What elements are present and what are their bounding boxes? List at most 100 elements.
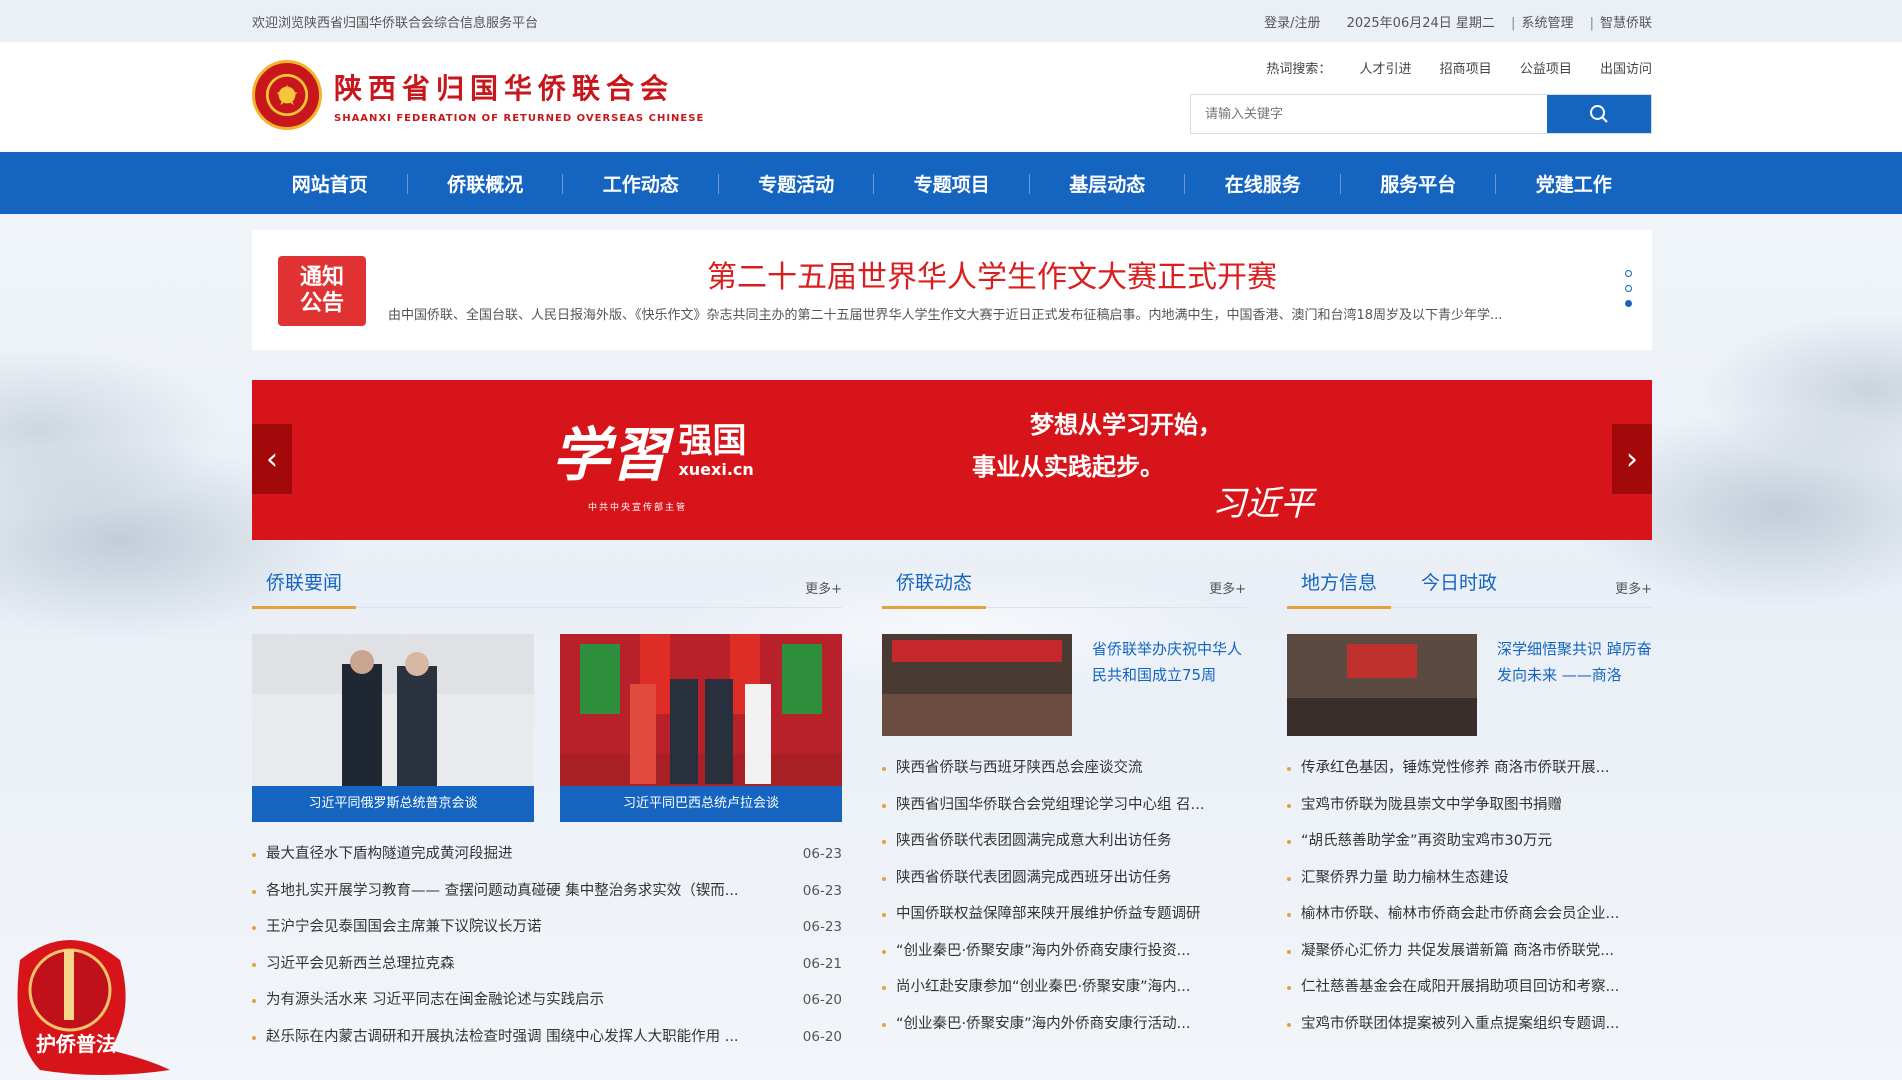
chevron-left-icon: ‹ xyxy=(266,441,278,477)
list-item[interactable]: 习近平会见新西兰总理拉克森 06-21 xyxy=(252,946,842,983)
dynamics-list: 陕西省侨联与西班牙陕西总会座谈交流 陕西省归国华侨联合会党组理论学习中心组 召.… xyxy=(882,750,1246,1042)
photo-caption: 习近平同俄罗斯总统普京会谈 xyxy=(252,786,534,822)
list-item[interactable]: 凝聚侨心汇侨力 共促发展谱新篇 商洛市侨联党... xyxy=(1287,933,1652,970)
list-item[interactable]: 宝鸡市侨联团体提案被列入重点提案组织专题调... xyxy=(1287,1006,1652,1043)
news-photo[interactable]: 习近平同巴西总统卢拉会谈 xyxy=(560,634,842,822)
column-title[interactable]: 侨联动态 xyxy=(882,568,987,609)
list-item[interactable]: 各地扎实开展学习教育—— 查摆问题动真碰硬 集中整治务求实效（锲而... 06-2… xyxy=(252,873,842,910)
notice-badge: 通知 公告 xyxy=(278,256,366,326)
hot-words: 热词搜索： 人才引进 招商项目 公益项目 出国访问 xyxy=(1266,58,1652,77)
list-item[interactable]: 陕西省侨联与西班牙陕西总会座谈交流 xyxy=(882,750,1246,787)
pager-dot[interactable] xyxy=(1625,285,1632,292)
list-item[interactable]: 王沪宁会见泰国国会主席兼下议院议长万诺 06-23 xyxy=(252,909,842,946)
list-item[interactable]: 尚小红赴安康参加“创业秦巴·侨聚安康”海内... xyxy=(882,969,1246,1006)
item-date: 06-21 xyxy=(802,955,842,972)
column-news: 侨联要闻 更多+ 习近平同俄罗斯总统普京会谈 习近平同巴西总统卢拉会谈 最大直径… xyxy=(252,558,842,1045)
nav-item[interactable]: 工作动态 xyxy=(563,170,719,197)
tab-politics[interactable]: 今日时政 xyxy=(1407,568,1511,595)
more-link[interactable]: 更多+ xyxy=(805,578,842,597)
search-button[interactable] xyxy=(1547,95,1651,133)
list-item[interactable]: 为有源头活水来 习近平同志在闽金融论述与实践启示 06-20 xyxy=(252,982,842,1019)
news-list: 最大直径水下盾构隧道完成黄河段掘进 06-23 各地扎实开展学习教育—— 查摆问题… xyxy=(252,836,842,1055)
item-date: 06-23 xyxy=(802,846,842,862)
banner-slogan: 梦想从学习开始， 事业从实践起步。 xyxy=(972,410,1222,481)
list-item[interactable]: 中国侨联权益保障部来陕开展维护侨益专题调研 xyxy=(882,896,1246,933)
more-link[interactable]: 更多+ xyxy=(1209,578,1246,597)
banner-next-button[interactable]: › xyxy=(1612,424,1652,494)
hot-word[interactable]: 人才引进 xyxy=(1360,62,1412,77)
list-item[interactable]: 最大直径水下盾构隧道完成黄河段掘进 06-23 xyxy=(252,836,842,873)
list-item[interactable]: “胡氏慈善助学金”再资助宝鸡市30万元 xyxy=(1287,823,1652,860)
hot-word[interactable]: 公益项目 xyxy=(1520,62,1572,77)
chevron-right-icon: › xyxy=(1626,441,1638,477)
login-link[interactable]: 登录/注册 xyxy=(1264,16,1320,31)
site-logo[interactable]: ★ 陕西省归国华侨联合会 SHAANXI FEDERATION OF RETUR… xyxy=(252,60,704,130)
nav-item[interactable]: 基层动态 xyxy=(1030,170,1186,197)
tab-local-info[interactable]: 地方信息 xyxy=(1287,568,1392,609)
notice-panel: 通知 公告 第二十五届世界华人学生作文大赛正式开赛 由中国侨联、全国台联、人民日… xyxy=(252,230,1652,350)
top-bar: 欢迎浏览陕西省归国华侨联合会综合信息服务平台 登录/注册 2025年06月24日… xyxy=(0,0,1902,42)
logo-title-cn: 陕西省归国华侨联合会 xyxy=(334,71,675,105)
top-bar-right: 登录/注册 2025年06月24日 星期二 | 系统管理 | 智慧侨联 xyxy=(1242,12,1652,31)
smart-link[interactable]: 智慧侨联 xyxy=(1600,16,1652,31)
notice-desc: 由中国侨联、全国台联、人民日报海外版、《快乐作文》杂志共同主办的第二十五届世界华… xyxy=(388,308,1503,323)
hot-label: 热词搜索： xyxy=(1266,62,1332,77)
search-input[interactable] xyxy=(1191,95,1547,133)
date-text: 2025年06月24日 星期二 xyxy=(1346,15,1495,31)
search-box xyxy=(1190,94,1652,134)
list-item[interactable]: 汇聚侨界力量 助力榆林生态建设 xyxy=(1287,860,1652,897)
list-item[interactable]: 陕西省侨联代表团圆满完成意大利出访任务 xyxy=(882,823,1246,860)
hot-word[interactable]: 出国访问 xyxy=(1600,62,1652,77)
photo-image xyxy=(252,634,534,786)
banner-signature: 习近平 xyxy=(1212,484,1314,524)
legal-aid-float-button[interactable]: 护侨普法 xyxy=(0,920,170,1080)
hot-word[interactable]: 招商项目 xyxy=(1440,62,1492,77)
column-dynamics: 侨联动态 更多+ 省侨联举办庆祝中华人民共和国成立75周 陕西省侨联与西班牙陕西… xyxy=(882,558,1246,1032)
photo-image xyxy=(1287,634,1477,736)
nav-item[interactable]: 服务平台 xyxy=(1341,170,1497,197)
item-date: 06-20 xyxy=(802,1028,842,1045)
list-item[interactable]: 榆林市侨联、榆林市侨商会赴市侨商会会员企业... xyxy=(1287,896,1652,933)
nav-item[interactable]: 网站首页 xyxy=(252,170,408,197)
column-title[interactable]: 侨联要闻 xyxy=(252,568,357,609)
nav-item[interactable]: 在线服务 xyxy=(1185,170,1341,197)
welcome-text: 欢迎浏览陕西省归国华侨联合会综合信息服务平台 xyxy=(252,15,539,31)
search-icon xyxy=(1590,105,1608,123)
pager-dot[interactable] xyxy=(1625,270,1632,277)
xuexi-logo: 学習 强国 xuexi.cn 中共中央宣传部主管 xyxy=(552,420,754,513)
legal-aid-label: 护侨普法 xyxy=(36,1032,116,1056)
local-list: 传承红色基因，锤炼党性修养 商洛市侨联开展... 宝鸡市侨联为陇县崇文中学争取图… xyxy=(1287,750,1652,1042)
divider: | xyxy=(1589,15,1594,31)
notice-title[interactable]: 第二十五届世界华人学生作文大赛正式开赛 xyxy=(392,252,1592,296)
nav-item[interactable]: 专题项目 xyxy=(874,170,1030,197)
header: ★ 陕西省归国华侨联合会 SHAANXI FEDERATION OF RETUR… xyxy=(0,42,1902,152)
admin-link[interactable]: 系统管理 xyxy=(1521,16,1573,31)
thumb-title[interactable]: 深学细悟聚共识 踔厉奋发向未来 ——商洛 xyxy=(1497,636,1652,688)
list-item[interactable]: 宝鸡市侨联为陇县崇文中学争取图书捐赠 xyxy=(1287,787,1652,824)
list-item[interactable]: 传承红色基因，锤炼党性修养 商洛市侨联开展... xyxy=(1287,750,1652,787)
item-date: 06-23 xyxy=(802,919,842,935)
list-item[interactable]: “创业秦巴·侨聚安康”海内外侨商安康行投资... xyxy=(882,933,1246,970)
photo-caption: 习近平同巴西总统卢拉会谈 xyxy=(560,786,842,822)
banner-prev-button[interactable]: ‹ xyxy=(252,424,292,494)
list-item[interactable]: “创业秦巴·侨聚安康”海内外侨商安康行活动... xyxy=(882,1006,1246,1043)
dynamics-thumb[interactable] xyxy=(882,634,1072,736)
emblem-icon: ★ xyxy=(252,60,322,130)
list-item[interactable]: 赵乐际在内蒙古调研和开展执法检查时强调 围绕中心发挥人大职能作用 ... 06-2… xyxy=(252,1019,842,1056)
banner-carousel[interactable]: ‹ 学習 强国 xuexi.cn 中共中央宣传部主管 梦想从学习开始， 事业从实… xyxy=(252,380,1652,540)
more-link[interactable]: 更多+ xyxy=(1615,578,1652,597)
nav-item[interactable]: 党建工作 xyxy=(1496,170,1652,197)
photo-image xyxy=(882,634,1072,736)
news-photo[interactable]: 习近平同俄罗斯总统普京会谈 xyxy=(252,634,534,822)
nav-item[interactable]: 侨联概况 xyxy=(408,170,564,197)
thumb-title[interactable]: 省侨联举办庆祝中华人民共和国成立75周 xyxy=(1092,636,1246,688)
list-item[interactable]: 陕西省归国华侨联合会党组理论学习中心组 召... xyxy=(882,787,1246,824)
pager-dot-active[interactable] xyxy=(1625,300,1632,307)
local-thumb[interactable] xyxy=(1287,634,1477,736)
nav-item[interactable]: 专题活动 xyxy=(719,170,875,197)
notice-pager xyxy=(1625,270,1632,315)
photo-image xyxy=(560,634,842,786)
divider: | xyxy=(1511,15,1516,31)
list-item[interactable]: 仁社慈善基金会在咸阳开展捐助项目回访和考察... xyxy=(1287,969,1652,1006)
list-item[interactable]: 陕西省侨联代表团圆满完成西班牙出访任务 xyxy=(882,860,1246,897)
